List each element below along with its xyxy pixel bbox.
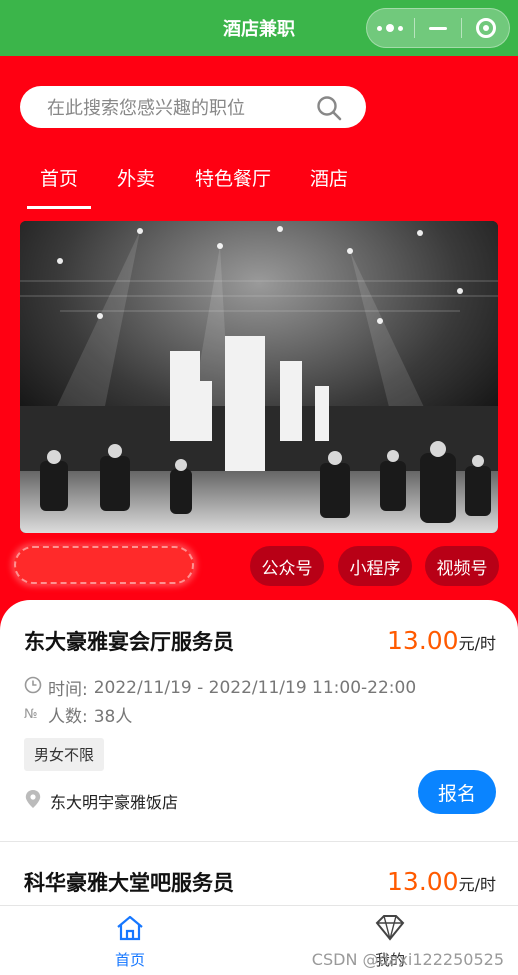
- minimize-button[interactable]: [415, 9, 462, 47]
- search-input[interactable]: 在此搜索您感兴趣的职位: [20, 86, 366, 128]
- people-value: 38人: [93, 707, 133, 727]
- gender-tag: 男女不限: [24, 738, 105, 771]
- tab-hotel[interactable]: 酒店: [310, 164, 348, 191]
- price-value: 13.00: [387, 626, 459, 655]
- price-unit: 元/时: [458, 634, 496, 653]
- title-bar: 酒店兼职: [0, 0, 518, 56]
- job-price: 13.00元/时: [387, 626, 496, 655]
- time-value: 2022/11/19 - 2022/11/19 11:00-22:00: [93, 677, 417, 698]
- people-label: 人数:: [48, 707, 88, 727]
- diamond-icon: [374, 914, 406, 946]
- official-account-button[interactable]: 公众号: [250, 546, 324, 586]
- mini-program-capsule: [366, 8, 510, 48]
- job-list: 东大豪雅宴会厅服务员 13.00元/时 时间: 2022/11/19 - 202…: [0, 600, 518, 920]
- home-icon: [115, 914, 145, 946]
- address-text: 东大明宇豪雅饭店: [50, 793, 179, 812]
- location-pin-icon: [24, 789, 42, 813]
- video-channel-button[interactable]: 视频号: [425, 546, 499, 586]
- time-label: 时间:: [48, 680, 88, 700]
- signup-button[interactable]: 报名: [418, 770, 496, 814]
- tabbar-home-label: 首页: [114, 951, 145, 969]
- hero-area: 在此搜索您感兴趣的职位 首页 外卖 特色餐厅 酒店 公众号 小程序 视频号: [0, 56, 518, 636]
- job-price: 13.00元/时: [387, 867, 496, 896]
- tab-special-restaurant[interactable]: 特色餐厅: [195, 164, 271, 191]
- job-title: 科华豪雅大堂吧服务员: [24, 871, 234, 895]
- search-icon[interactable]: [316, 95, 342, 125]
- divider: [0, 841, 518, 842]
- number-icon: №: [24, 707, 38, 722]
- search-placeholder: 在此搜索您感兴趣的职位: [47, 98, 245, 119]
- job-people: № 人数: 38人: [24, 702, 132, 727]
- tab-takeaway[interactable]: 外卖: [117, 164, 155, 191]
- clock-icon: [24, 676, 42, 699]
- category-tabs: 首页 外卖 特色餐厅 酒店: [0, 156, 518, 209]
- tabbar-home[interactable]: 首页: [90, 914, 170, 970]
- target-icon: [475, 18, 496, 38]
- price-value: 13.00: [387, 867, 459, 896]
- window-title: 酒店兼职: [223, 19, 295, 40]
- price-unit: 元/时: [458, 875, 496, 894]
- more-menu-button[interactable]: [367, 9, 414, 47]
- job-time: 时间: 2022/11/19 - 2022/11/19 11:00-22:00: [24, 675, 416, 700]
- csdn-watermark: CSDN @daxi122250525: [311, 950, 504, 969]
- job-address: 东大明宇豪雅饭店: [24, 789, 178, 813]
- blurred-account-logo: [14, 546, 194, 584]
- banner-image[interactable]: [20, 221, 498, 533]
- more-dots-icon: [377, 24, 404, 32]
- job-title: 东大豪雅宴会厅服务员: [24, 630, 234, 654]
- tab-home[interactable]: 首页: [26, 164, 92, 209]
- minus-icon: [429, 26, 447, 30]
- mini-program-button[interactable]: 小程序: [338, 546, 412, 586]
- close-button[interactable]: [462, 9, 509, 47]
- bottom-tab-bar: 首页 我的 CSDN @daxi122250525: [0, 905, 518, 975]
